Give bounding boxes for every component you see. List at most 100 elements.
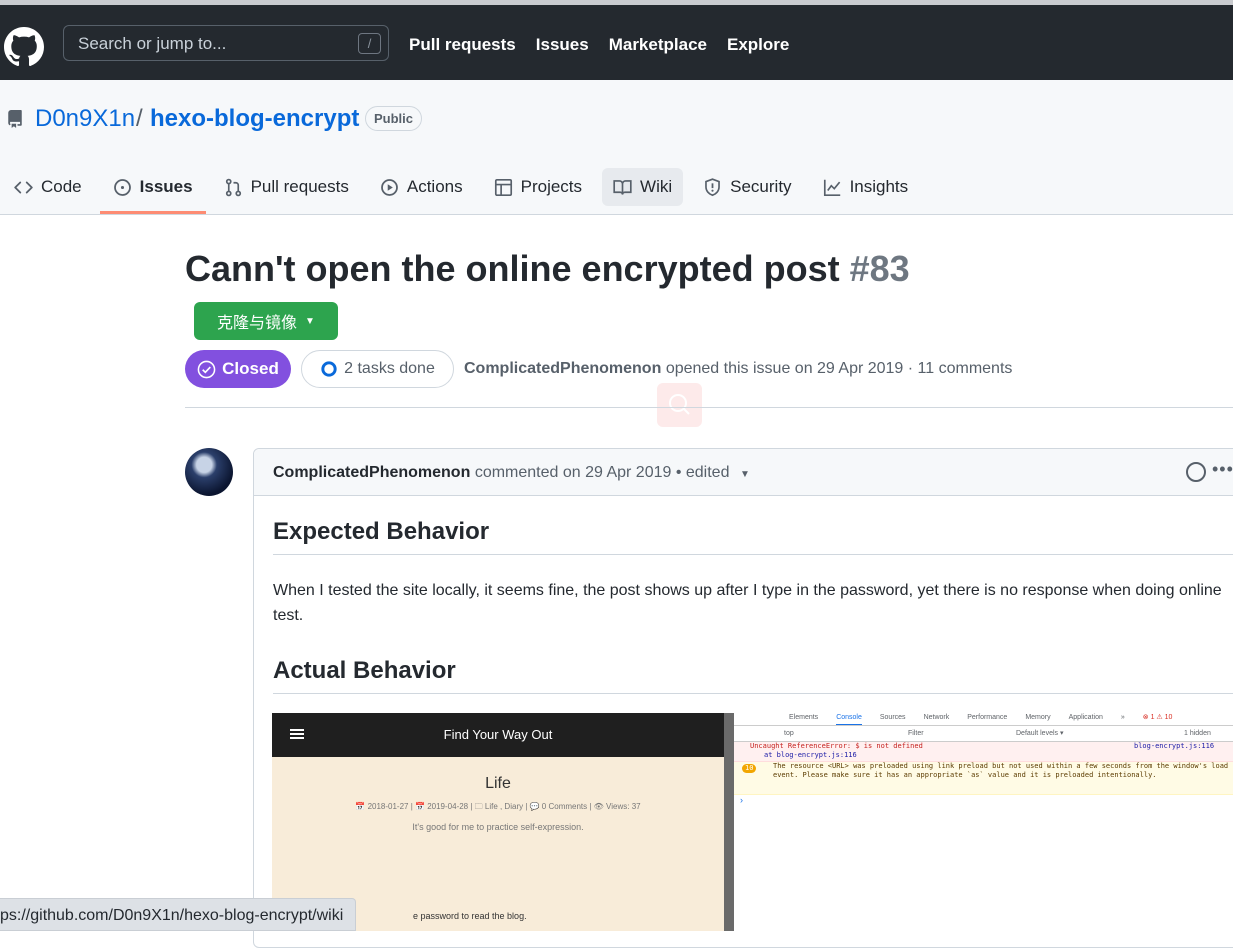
code-icon [14,181,33,193]
devtools-filter: Filter [908,730,924,737]
issue-meta: ComplicatedPhenomenon opened this issue … [464,360,1012,378]
add-reaction-icon[interactable] [1186,462,1206,482]
issue-opened-text: opened this issue on 29 Apr 2019 · 11 co… [665,360,1013,377]
repo-owner-link[interactable]: D0n9X1n [35,105,135,133]
tab-wiki[interactable]: Wiki [602,168,684,206]
console-prompt-icon[interactable]: › [734,795,1233,805]
devtools-levels: Default levels ▾ [1016,730,1064,737]
blog-password-prompt: e password to read the blog. [413,911,527,921]
comment-paragraph: When I tested the site locally, it seems… [273,582,1222,624]
table-icon [494,178,512,196]
blog-site-title: Find Your Way Out [443,727,553,742]
console-warning: 10 The resource <URL> was preloaded usin… [734,762,1233,795]
tab-pull-requests-label: Pull requests [250,177,349,196]
issue-opened-icon [113,178,131,196]
search-icon [669,394,690,415]
nav-pull-requests[interactable]: Pull requests [409,35,516,55]
repo-name-link[interactable]: hexo-blog-encrypt [150,105,359,133]
devtools-hidden: 1 hidden [1184,730,1211,737]
global-header: Search or jump to... / Pull requests Iss… [0,0,1233,80]
devtools-tabs: Elements Console Sources Network Perform… [734,713,1233,726]
tasks-progress-label: 2 tasks done [344,360,435,377]
devtools-tab-elements: Elements [789,714,819,721]
git-pull-request-icon [225,178,241,196]
search-input[interactable]: Search or jump to... / [63,25,389,61]
comment-author-link[interactable]: ComplicatedPhenomenon [273,464,470,481]
warning-count-badge: 10 [742,764,757,773]
heading-expected-behavior: Expected Behavior [273,518,1233,555]
tab-projects[interactable]: Projects [483,168,593,206]
play-icon [380,178,398,196]
github-logo-icon[interactable] [4,27,44,67]
visibility-badge: Public [365,106,423,131]
nav-issues[interactable]: Issues [536,35,589,55]
devtools-panel: Elements Console Sources Network Perform… [734,713,1233,931]
tab-insights-label: Insights [849,177,909,196]
issue-title-text: Cann't open the online encrypted post [185,248,840,289]
embedded-screenshot[interactable]: Find Your Way Out Life 📅 2018-01-27 | 📅 … [272,713,1233,931]
tab-insights[interactable]: Insights [812,168,920,206]
devtools-tab-network: Network [923,714,950,721]
blog-post-meta: 📅 2018-01-27 | 📅 2019-04-28 | 🗀 Life , D… [355,802,641,811]
link-status-bar: ps://github.com/D0n9X1n/hexo-blog-encryp… [0,898,357,931]
blog-post-description: It's good for me to practice self-expres… [412,822,584,832]
clone-mirror-label: 克隆与镜像 [217,315,298,332]
kebab-menu-icon[interactable]: ••• [1212,459,1233,480]
devtools-tab-sources: Sources [879,714,906,721]
tab-security[interactable]: Security [692,168,802,206]
repo-separator: / [136,105,143,132]
heading-actual-behavior: Actual Behavior [273,657,1233,694]
status-badge-label: Closed [222,359,279,378]
tab-actions[interactable]: Actions [369,168,474,206]
devtools-tab-performance: Performance [967,714,1008,721]
console-warning-message: The resource <URL> was preloaded using l… [773,762,1229,779]
comment-meta: ComplicatedPhenomenon commented on 29 Ap… [273,464,750,482]
screenshot-divider [724,713,734,931]
issue-author-link[interactable]: ComplicatedPhenomenon [464,360,661,377]
console-error-location: at blog-encrypt.js:116 [764,751,857,759]
tab-issues-label: Issues [139,177,193,196]
progress-ring-icon [321,361,337,377]
issue-title: Cann't open the online encrypted post #8… [185,248,910,290]
tab-wiki-label: Wiki [640,177,673,196]
avatar[interactable] [185,448,233,496]
hamburger-icon [290,729,304,739]
comment-action-text: commented on 29 Apr 2019 • edited [474,464,730,481]
devtools-tab-console: Console [836,713,862,725]
blog-navbar: Find Your Way Out [272,713,724,757]
comment-header: ComplicatedPhenomenon commented on 29 Ap… [254,449,1233,496]
devtools-filter-bar: top Filter Default levels ▾ 1 hidden [734,726,1233,742]
devtools-counts: ⊗ 1 ⚠ 10 [1142,714,1173,721]
search-placeholder: Search or jump to... [78,34,227,53]
nav-marketplace[interactable]: Marketplace [609,35,707,55]
tab-pull-requests[interactable]: Pull requests [213,168,360,206]
tab-code[interactable]: Code [3,168,93,206]
tab-projects-label: Projects [520,177,583,196]
blog-post-title: Life [485,775,511,792]
nav-explore[interactable]: Explore [727,35,789,55]
book-icon [613,179,632,195]
devtools-tab-more: » [1120,714,1125,721]
tab-issues[interactable]: Issues [99,168,206,214]
caret-down-icon: ▼ [305,315,315,327]
repo-icon [8,110,22,128]
devtools-tab-application: Application [1068,714,1103,721]
devtools-tab-memory: Memory [1025,714,1051,721]
issue-number: #83 [849,248,910,289]
floating-search-overlay[interactable] [657,383,702,427]
search-shortcut-key: / [358,33,381,54]
status-badge: Closed [185,350,291,388]
console-error: Uncaught ReferenceError: $ is not define… [734,742,1233,762]
tasks-progress: 2 tasks done [301,350,454,388]
clone-mirror-button[interactable]: 克隆与镜像 ▼ [194,302,338,340]
check-circle-icon [197,360,216,378]
devtools-context: top [784,730,794,737]
tab-actions-label: Actions [406,177,463,196]
repo-tabs: Code Issues Pull requests Actions Projec… [0,168,928,214]
shield-icon [705,177,721,196]
console-error-source: blog-encrypt.js:116 [1134,742,1215,750]
header-divider [185,407,1233,408]
edit-history-caret-icon[interactable]: ▼ [740,469,750,480]
tab-code-label: Code [41,177,82,196]
graph-icon [823,179,840,196]
